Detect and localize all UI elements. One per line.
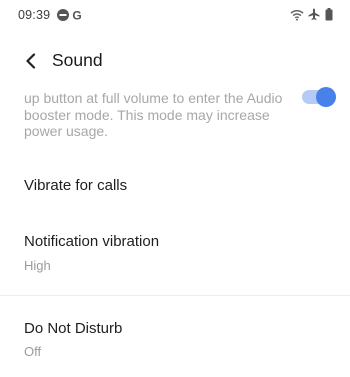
- app-bar: Sound: [0, 40, 350, 80]
- status-bar: 09:39 G: [0, 0, 350, 30]
- battery-icon: [325, 8, 333, 21]
- back-button[interactable]: [16, 46, 46, 76]
- notification-vibration-item[interactable]: Notification vibration High: [0, 215, 350, 295]
- dnd-icon: [57, 9, 69, 21]
- do-not-disturb-item[interactable]: Do Not Disturb Off: [0, 296, 350, 377]
- svg-text:G: G: [72, 9, 81, 23]
- status-time: 09:39: [18, 8, 51, 22]
- wifi-icon: [290, 9, 304, 21]
- sound-settings-screen: 09:39 G Sound up button at full volume t…: [0, 0, 350, 377]
- item-subtitle: High: [24, 258, 51, 273]
- item-subtitle: Off: [24, 344, 42, 359]
- airplane-icon: [308, 8, 320, 20]
- audio-booster-description: up button at full volume to enter the Au…: [24, 90, 283, 139]
- item-title: Notification vibration: [24, 233, 160, 250]
- audio-booster-toggle[interactable]: [302, 84, 338, 108]
- item-title: Vibrate for calls: [24, 177, 128, 194]
- back-arrow-icon: [26, 53, 36, 69]
- toggle-thumb: [316, 87, 336, 107]
- vibrate-for-calls-item[interactable]: Vibrate for calls: [0, 160, 350, 215]
- google-icon: G: [72, 9, 81, 23]
- item-title: Do Not Disturb: [24, 320, 123, 337]
- page-title: Sound: [52, 50, 103, 70]
